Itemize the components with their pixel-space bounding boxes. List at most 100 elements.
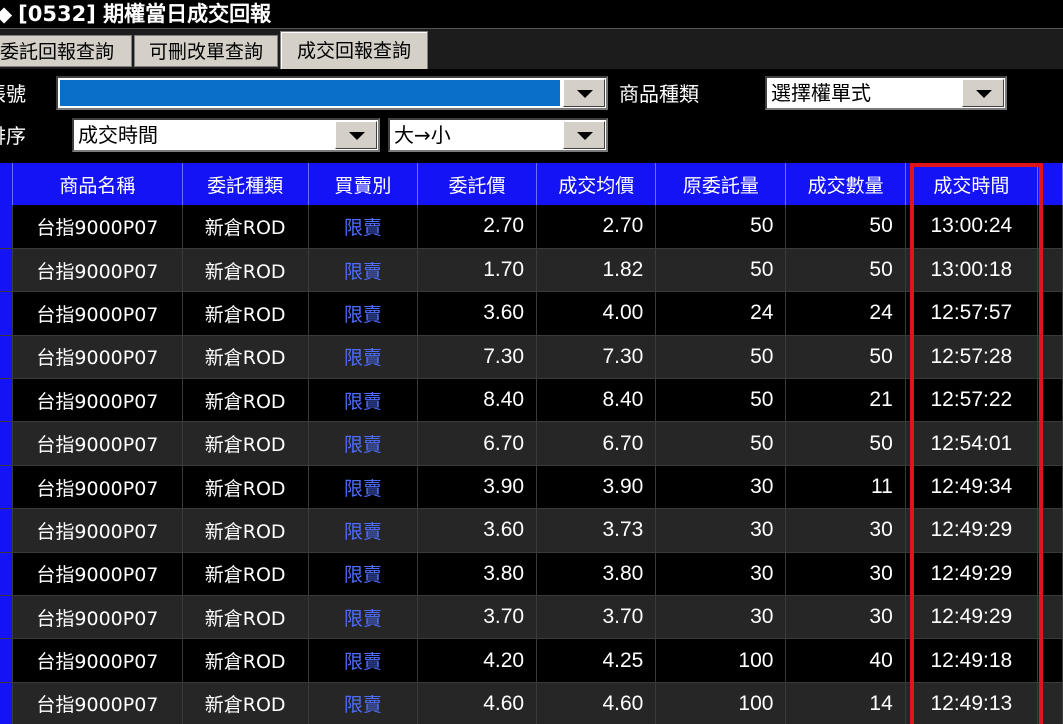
trade-time-cell: 12:49:13 <box>905 682 1038 724</box>
filled-qty-cell: 50 <box>785 248 906 293</box>
header-trade-time[interactable]: 成交時間 <box>905 163 1038 205</box>
filled-qty-cell: 30 <box>785 595 906 640</box>
table-row[interactable]: 台指9000P07 新倉ROD 限賣 1.70 1.82 50 50 13:00:18 <box>0 248 1063 293</box>
order-price-cell: 4.20 <box>417 638 538 683</box>
header-filled-qty[interactable]: 成交數量 <box>785 163 906 205</box>
trade-time-cell: 12:49:29 <box>905 595 1038 640</box>
side-cell: 限賣 <box>308 682 418 724</box>
trade-time-cell: 12:49:29 <box>905 552 1038 597</box>
avg-fill-price-cell: 4.00 <box>536 291 657 336</box>
order-price-cell: 6.70 <box>417 421 538 466</box>
trade-time-cell: 12:49:29 <box>905 508 1038 553</box>
filled-qty-cell: 40 <box>785 638 906 683</box>
filled-qty-cell: 14 <box>785 682 906 724</box>
trade-report-grid: 商品名稱 委託種類 買賣別 委託價 成交均價 原委託量 成交數量 成交時間 台指9000P07… <box>0 163 1063 724</box>
sort-field-dropdown-button[interactable] <box>335 121 377 149</box>
sort-order-dropdown-button[interactable] <box>563 121 605 149</box>
order-price-cell: 1.70 <box>417 248 538 293</box>
orig-qty-cell: 100 <box>655 682 787 724</box>
order-type-cell: 新倉ROD <box>182 682 309 724</box>
account-dropdown-button[interactable] <box>563 79 605 107</box>
table-row[interactable]: 台指9000P07 新倉ROD 限賣 8.40 8.40 50 21 12:57:22 <box>0 378 1063 423</box>
table-header-row: 商品名稱 委託種類 買賣別 委託價 成交均價 原委託量 成交數量 成交時間 <box>0 163 1063 205</box>
tab-trade-report[interactable]: 成交回報查詢 <box>280 31 428 69</box>
order-price-cell: 3.60 <box>417 291 538 336</box>
product-type-select[interactable]: 選擇權單式 <box>765 76 1007 110</box>
avg-fill-price-cell: 6.70 <box>536 421 657 466</box>
row-indicator <box>0 421 14 466</box>
side-cell: 限賣 <box>308 335 418 380</box>
table-row[interactable]: 台指9000P07 新倉ROD 限賣 7.30 7.30 50 50 12:57:28 <box>0 335 1063 380</box>
side-cell: 限賣 <box>308 291 418 336</box>
product-name-cell: 台指9000P07 <box>12 378 183 423</box>
table-row[interactable]: 台指9000P07 新倉ROD 限賣 3.60 3.73 30 30 12:49:29 <box>0 508 1063 553</box>
table-row[interactable]: 台指9000P07 新倉ROD 限賣 4.20 4.25 100 40 12:49:18 <box>0 638 1063 683</box>
sort-order-value: 大→小 <box>394 123 451 147</box>
table-row[interactable]: 台指9000P07 新倉ROD 限賣 3.60 4.00 24 24 12:57:57 <box>0 291 1063 336</box>
side-cell: 限賣 <box>308 465 418 510</box>
sort-field-value: 成交時間 <box>78 123 158 147</box>
row-indicator <box>0 638 14 683</box>
order-type-cell: 新倉ROD <box>182 248 309 293</box>
row-indicator <box>0 552 14 597</box>
order-type-cell: 新倉ROD <box>182 421 309 466</box>
row-filler <box>1037 205 1063 249</box>
product-name-cell: 台指9000P07 <box>12 682 183 724</box>
order-price-cell: 3.60 <box>417 508 538 553</box>
row-filler <box>1037 508 1063 553</box>
avg-fill-price-cell: 1.82 <box>536 248 657 293</box>
header-side[interactable]: 買賣別 <box>308 163 418 205</box>
header-row-indicator <box>0 163 14 205</box>
table-row[interactable]: 台指9000P07 新倉ROD 限賣 3.70 3.70 30 30 12:49:29 <box>0 595 1063 640</box>
chevron-down-icon <box>349 132 365 140</box>
row-indicator <box>0 378 14 423</box>
row-indicator <box>0 291 14 336</box>
trade-time-cell: 12:49:18 <box>905 638 1038 683</box>
order-type-cell: 新倉ROD <box>182 638 309 683</box>
account-selection-highlight <box>60 80 560 106</box>
table-row[interactable]: 台指9000P07 新倉ROD 限賣 3.80 3.80 30 30 12:49:29 <box>0 552 1063 597</box>
table-row[interactable]: 台指9000P07 新倉ROD 限賣 3.90 3.90 30 11 12:49:34 <box>0 465 1063 510</box>
product-name-cell: 台指9000P07 <box>12 205 183 249</box>
orig-qty-cell: 30 <box>655 508 787 553</box>
product-type-label: 商品種類 <box>619 82 699 106</box>
product-type-dropdown-button[interactable] <box>962 79 1004 107</box>
side-cell: 限賣 <box>308 421 418 466</box>
table-row[interactable]: 台指9000P07 新倉ROD 限賣 6.70 6.70 50 50 12:54:01 <box>0 421 1063 466</box>
row-filler <box>1037 638 1063 683</box>
orig-qty-cell: 24 <box>655 291 787 336</box>
orig-qty-cell: 50 <box>655 205 787 249</box>
account-select[interactable] <box>56 76 608 110</box>
header-product-name[interactable]: 商品名稱 <box>12 163 183 205</box>
tab-strip: 委託回報查詢 可刪改單查詢 成交回報查詢 <box>0 28 1063 70</box>
tab-cancellable-orders[interactable]: 可刪改單查詢 <box>134 35 278 67</box>
table-row[interactable]: 台指9000P07 新倉ROD 限賣 4.60 4.60 100 14 12:49:13 <box>0 682 1063 724</box>
orig-qty-cell: 50 <box>655 378 787 423</box>
filled-qty-cell: 11 <box>785 465 906 510</box>
orig-qty-cell: 50 <box>655 248 787 293</box>
header-order-price[interactable]: 委託價 <box>417 163 538 205</box>
filled-qty-cell: 50 <box>785 335 906 380</box>
tab-order-report[interactable]: 委託回報查詢 <box>0 35 132 67</box>
order-type-cell: 新倉ROD <box>182 378 309 423</box>
sort-order-select[interactable]: 大→小 <box>388 118 608 152</box>
product-name-cell: 台指9000P07 <box>12 335 183 380</box>
row-indicator <box>0 465 14 510</box>
sort-field-select[interactable]: 成交時間 <box>72 118 380 152</box>
window-titlebar: ◆ [0532] 期權當日成交回報 <box>0 0 1063 28</box>
table-row[interactable]: 台指9000P07 新倉ROD 限賣 2.70 2.70 50 50 13:00:24 <box>0 205 1063 249</box>
order-price-cell: 3.80 <box>417 552 538 597</box>
window-title: [0532] 期權當日成交回報 <box>18 2 272 26</box>
sort-label: 排序 <box>0 124 26 148</box>
trade-time-cell: 12:57:22 <box>905 378 1038 423</box>
header-orig-qty[interactable]: 原委託量 <box>655 163 787 205</box>
order-price-cell: 3.90 <box>417 465 538 510</box>
avg-fill-price-cell: 4.25 <box>536 638 657 683</box>
side-cell: 限賣 <box>308 205 418 249</box>
row-indicator <box>0 248 14 293</box>
header-order-type[interactable]: 委託種類 <box>182 163 309 205</box>
product-name-cell: 台指9000P07 <box>12 508 183 553</box>
side-cell: 限賣 <box>308 378 418 423</box>
header-avg-fill-price[interactable]: 成交均價 <box>536 163 657 205</box>
row-filler <box>1037 421 1063 466</box>
